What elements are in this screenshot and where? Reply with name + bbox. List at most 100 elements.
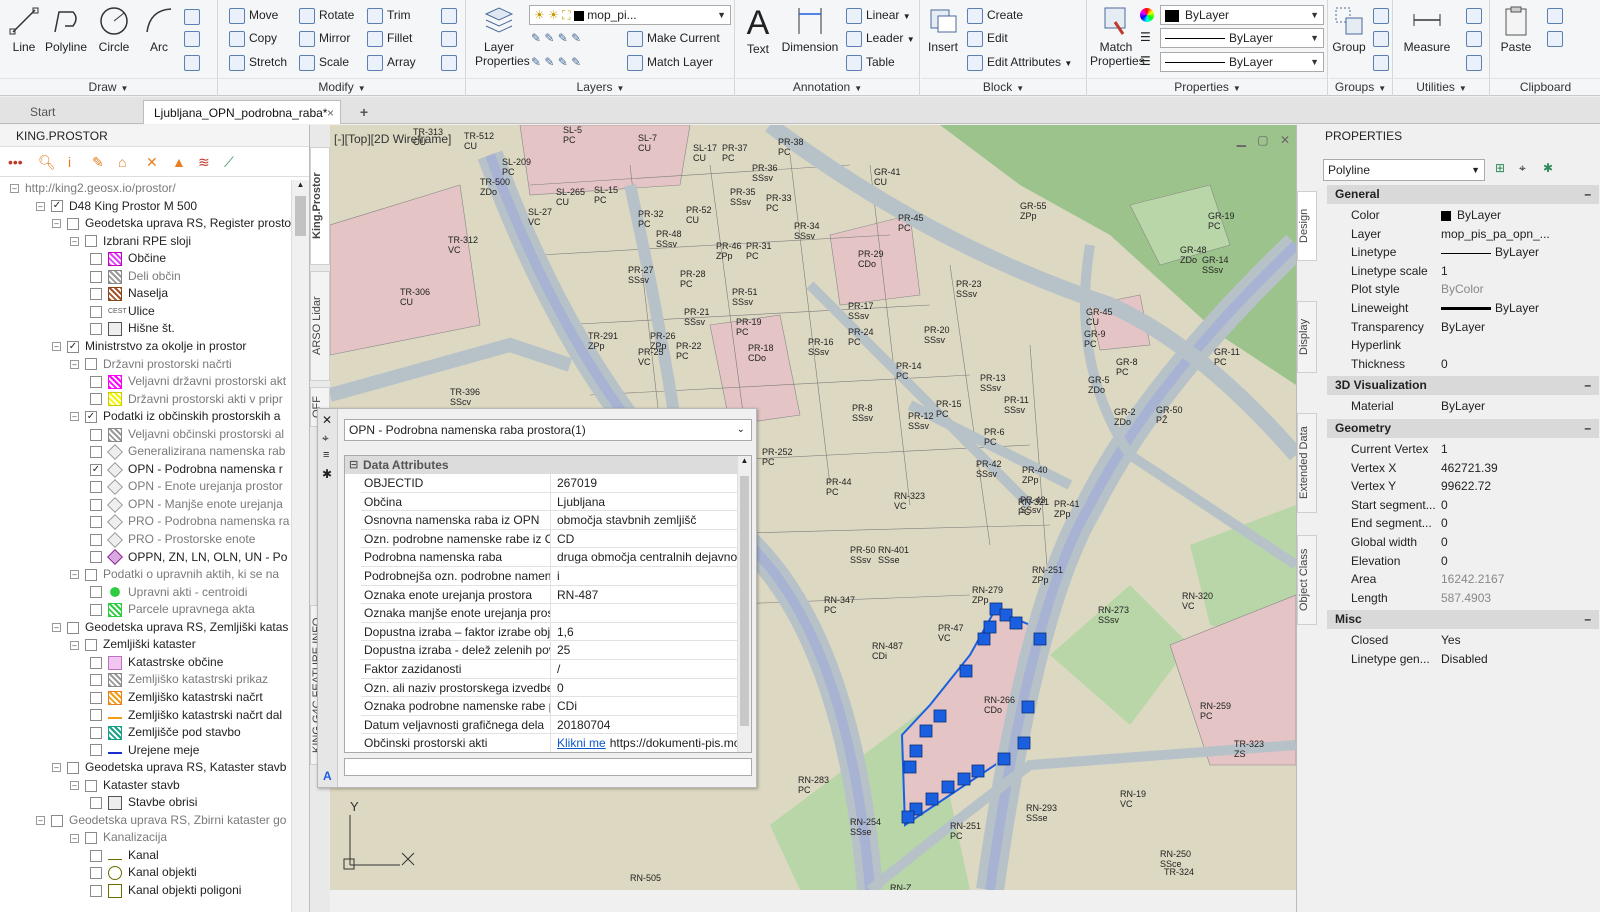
layer-checkbox[interactable] [90, 428, 102, 441]
stretch-button[interactable]: Stretch [229, 52, 287, 72]
attributes-scrollbar[interactable]: ▲ [737, 456, 751, 752]
paste-button[interactable]: Paste [1491, 4, 1541, 54]
trim-button[interactable]: Trim [367, 5, 411, 25]
erase-button[interactable] [441, 5, 461, 25]
circle-button[interactable]: Circle [90, 4, 138, 54]
tree-item[interactable]: – Geodetska uprava RS, Zbirni kataster go [36, 812, 286, 829]
property-section-header[interactable]: Geometry – [1327, 419, 1599, 438]
tree-item[interactable]: Kanal [90, 847, 159, 864]
hatch-button[interactable] [184, 28, 204, 48]
rectangle-button[interactable] [184, 6, 204, 26]
tree-item[interactable]: Naselja [90, 285, 168, 302]
new-tab-button[interactable]: + [352, 100, 376, 124]
linear-button[interactable]: Linear ▼ [846, 5, 911, 25]
attribute-row[interactable]: Faktor zazidanosti / [361, 660, 737, 679]
tree-item[interactable]: Veljavni občinski prostorski al [90, 426, 284, 443]
tree-item[interactable]: OPN - Enote urejanja prostor [90, 478, 283, 496]
attribute-row[interactable]: Dopustna izraba - delež zelenih površin 2… [361, 641, 737, 660]
left-panel-scrollbar[interactable]: ▲ [291, 180, 309, 912]
block-panel-title[interactable]: Block ▼ [921, 78, 1086, 94]
layer-checkbox[interactable]: ✓ [90, 463, 102, 476]
tree-item[interactable]: Zemljiško katastrski načrt dal [90, 707, 282, 724]
layer-checkbox[interactable] [90, 498, 102, 511]
info-icon[interactable]: i [68, 154, 71, 170]
layer-checkbox[interactable] [90, 375, 102, 388]
layer-checkbox[interactable] [85, 235, 97, 248]
match-properties-button[interactable]: Match Properties [1090, 4, 1145, 68]
property-row[interactable]: Global width 0 [1327, 533, 1599, 552]
property-row[interactable]: Linetype scale 1 [1327, 262, 1599, 281]
attribute-row[interactable]: Oznaka enote urejanja prostora RN-487 [361, 585, 737, 605]
expand-toggle[interactable]: – [70, 412, 79, 422]
layer-checkbox[interactable] [90, 604, 102, 617]
properties-panel-title[interactable]: Properties ▼ [1088, 78, 1327, 94]
pencil-icon[interactable]: ✎ [92, 154, 104, 171]
expand-toggle[interactable]: – [70, 640, 79, 650]
cut-button[interactable] [1547, 5, 1567, 25]
attribute-row[interactable]: Podrobnejša ozn. podrobne namenske rabe i [361, 567, 737, 586]
offset-button[interactable] [441, 28, 461, 48]
text-button[interactable]: A Text [736, 4, 780, 56]
layer-checkbox[interactable] [90, 481, 102, 494]
tree-item[interactable]: Občine [90, 250, 166, 267]
tree-item[interactable]: PRO - Podrobna namenska ra [90, 513, 289, 531]
close-viewport-icon[interactable]: ✕ [1280, 133, 1290, 147]
edit-attributes-button[interactable]: Edit Attributes ▼ [967, 52, 1072, 72]
tree-root-url[interactable]: – http://king2.geosx.io/prostor/ [10, 180, 176, 197]
layer-checkbox[interactable] [90, 586, 102, 599]
tree-item[interactable]: – Kanalizacija [70, 829, 167, 846]
explode-button[interactable] [441, 52, 461, 72]
attribute-row[interactable]: Občina Ljubljana [361, 492, 737, 512]
collapse-icon[interactable]: – [1584, 376, 1591, 395]
tab-extended-data[interactable]: Extended Data [1297, 413, 1317, 513]
tree-item[interactable]: CESTUlice [90, 303, 155, 320]
quick-select-icon[interactable]: ⊞ [1495, 161, 1505, 175]
tab-object-class[interactable]: Object Class [1297, 535, 1317, 625]
tag-icon[interactable]: ⌂ [118, 154, 126, 170]
feature-layer-select[interactable]: OPN - Podrobna namenska raba prostora(1)… [344, 419, 752, 441]
expand-toggle[interactable]: – [52, 623, 61, 633]
tree-item[interactable]: – Podatki o upravnih aktih, ki se na [70, 566, 279, 583]
tree-item[interactable]: Katastrske občine [90, 654, 223, 671]
property-row[interactable]: Hyperlink [1327, 336, 1599, 355]
tree-item[interactable]: – Zemljiški kataster [70, 636, 196, 653]
layer-checkbox[interactable] [90, 305, 102, 318]
layer-checkbox[interactable] [85, 358, 97, 371]
layer-checkbox[interactable]: ✓ [67, 340, 79, 353]
property-row[interactable]: Elevation 0 [1327, 552, 1599, 571]
layer-checkbox[interactable] [67, 217, 79, 230]
tab-arso-lidar[interactable]: ARSO Lidar [310, 271, 330, 381]
layer-checkbox[interactable] [51, 814, 63, 827]
property-row[interactable]: Color ByLayer [1327, 206, 1599, 225]
expand-toggle[interactable]: – [70, 570, 79, 580]
property-row[interactable]: Length 587.4903 [1327, 589, 1599, 608]
attribute-link[interactable]: Klikni me [557, 736, 606, 750]
attribute-row[interactable]: Oznaka manjše enote urejanja prostora [361, 604, 737, 623]
modify-panel-title[interactable]: Modify ▼ [219, 78, 465, 94]
rotate-button[interactable]: Rotate [299, 5, 354, 25]
property-row[interactable]: Start segment... 0 [1327, 496, 1599, 515]
attribute-row[interactable]: Podrobna namenska raba druga območja cent… [361, 548, 737, 567]
expand-toggle[interactable]: – [52, 219, 61, 229]
tree-item[interactable]: Veljavni državni prostorski akt [90, 373, 286, 390]
layer-checkbox[interactable] [90, 691, 102, 704]
polyline-button[interactable]: Polyline [42, 4, 90, 54]
expand-toggle[interactable]: – [70, 833, 79, 843]
calculator-button[interactable] [1466, 52, 1486, 72]
property-row[interactable]: Thickness 0 [1327, 355, 1599, 374]
tab-display[interactable]: Display [1297, 301, 1317, 373]
arc-button[interactable]: Arc [135, 4, 183, 54]
layer-checkbox[interactable] [90, 744, 102, 757]
layer-checkbox[interactable] [90, 797, 102, 810]
property-row[interactable]: Lineweight ByLayer [1327, 299, 1599, 318]
line-button[interactable]: Line [0, 4, 48, 54]
tree-item[interactable]: Državni prostorski akti v pripr [90, 391, 283, 408]
scroll-up-arrow[interactable]: ▲ [738, 456, 751, 468]
dimension-button[interactable]: Dimension [778, 4, 842, 54]
expand-toggle[interactable]: – [52, 342, 61, 352]
attribute-row[interactable]: Ozn. ali naziv prostorskega izvedbenega … [361, 678, 737, 698]
close-tab-icon[interactable]: × [327, 101, 334, 125]
tree-item[interactable]: Hišne št. [90, 320, 175, 337]
layer-tools-row2[interactable]: ✎ ✎ ✎ ✎ [531, 52, 581, 72]
tree-item[interactable]: – Geodetska uprava RS, Kataster stavb [52, 759, 286, 776]
